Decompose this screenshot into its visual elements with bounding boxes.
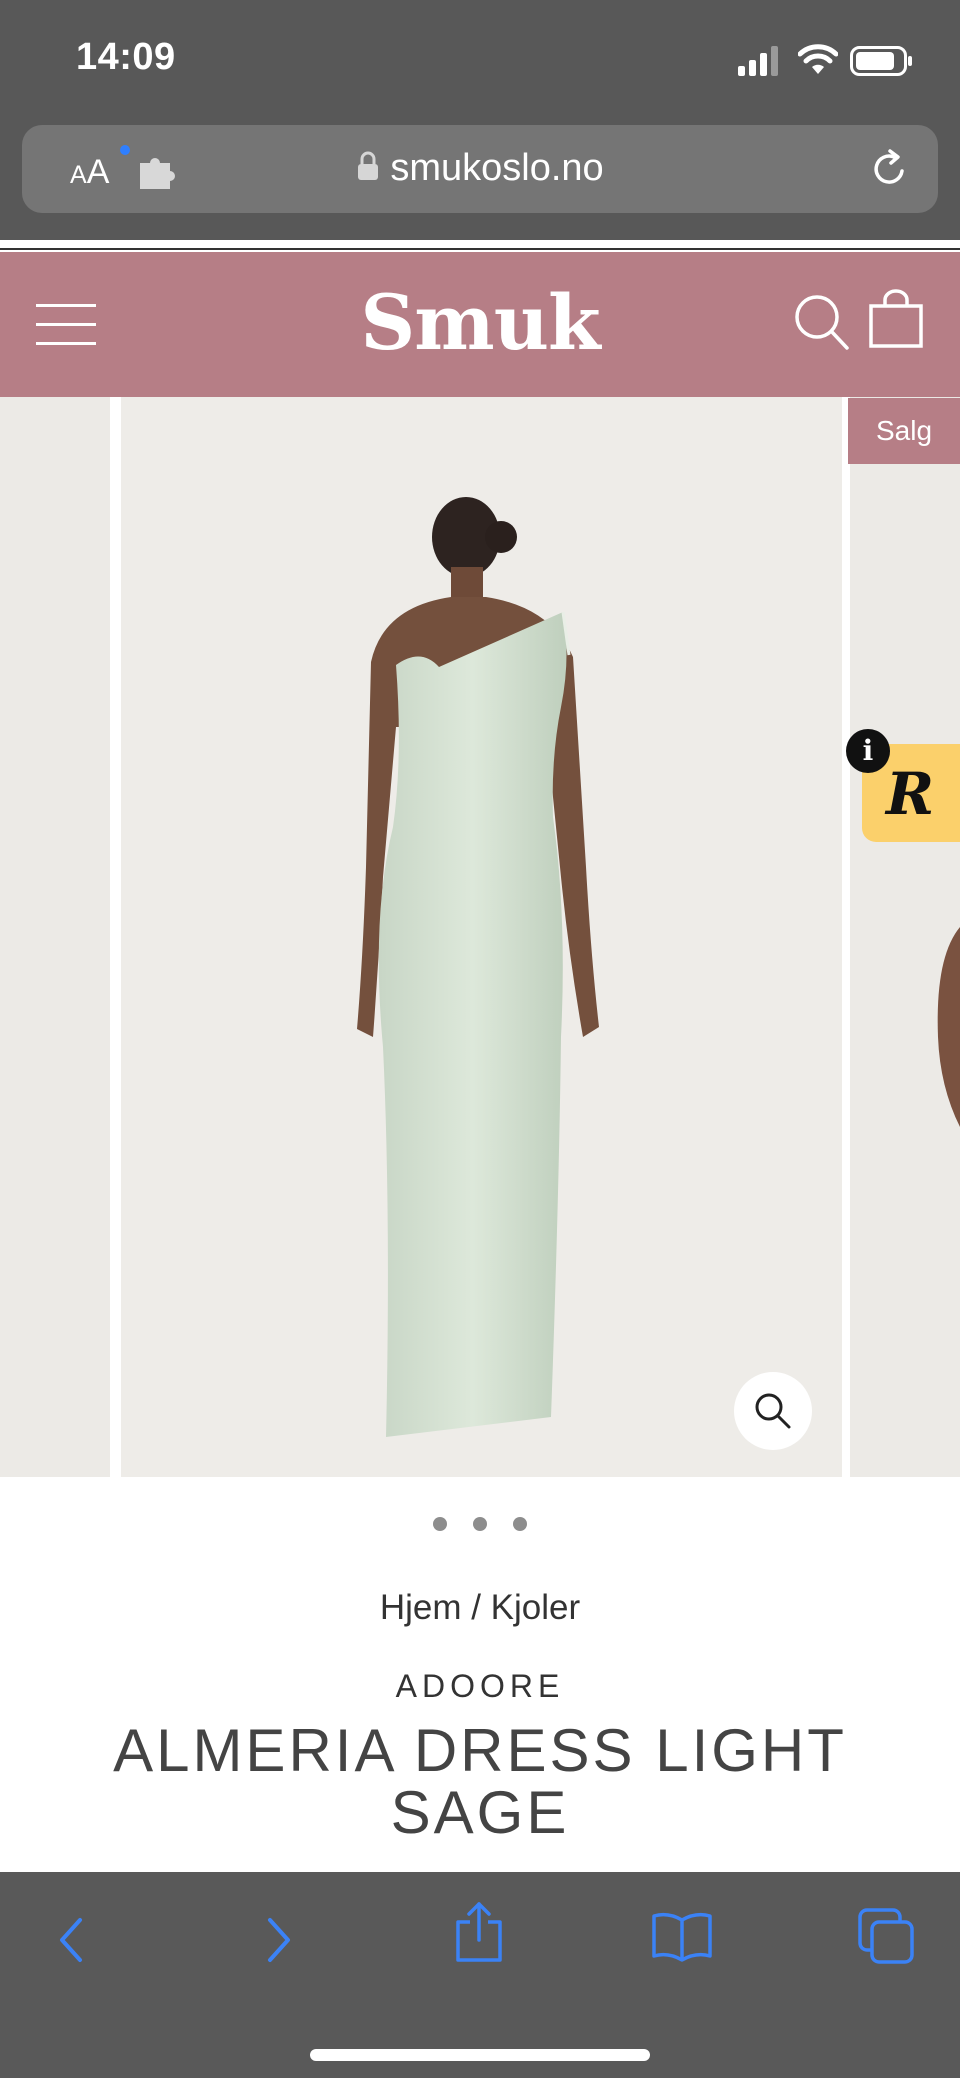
dress-photo bbox=[357, 497, 599, 1437]
previous-slide-image[interactable] bbox=[0, 397, 110, 1477]
product-image-carousel[interactable] bbox=[0, 397, 960, 1477]
search-icon[interactable] bbox=[792, 292, 852, 354]
carousel-dot[interactable] bbox=[513, 1517, 527, 1531]
carousel-dots bbox=[0, 1517, 960, 1536]
url-display[interactable]: smukoslo.no bbox=[22, 147, 938, 190]
svg-text:R: R bbox=[884, 762, 934, 826]
browser-chrome: AA smukoslo.no bbox=[0, 125, 960, 240]
page-top-rule bbox=[0, 248, 960, 250]
reload-icon[interactable] bbox=[868, 147, 912, 191]
lock-icon bbox=[358, 151, 379, 180]
site-header: Smuk bbox=[0, 252, 960, 397]
next-slide-image[interactable] bbox=[850, 397, 960, 1477]
bag-icon[interactable] bbox=[868, 288, 924, 350]
zoom-button[interactable] bbox=[734, 1372, 812, 1450]
carousel-dot[interactable] bbox=[433, 1517, 447, 1531]
tabs-icon[interactable] bbox=[858, 1908, 916, 1966]
share-icon[interactable] bbox=[452, 1900, 506, 1964]
bookmarks-icon[interactable] bbox=[650, 1912, 714, 1962]
status-icons bbox=[738, 42, 918, 82]
status-time: 14:09 bbox=[76, 36, 176, 78]
product-brand[interactable]: ADOORE bbox=[0, 1668, 960, 1705]
carousel-dot[interactable] bbox=[473, 1517, 487, 1531]
status-bar: 14:09 bbox=[0, 0, 960, 125]
sale-badge: Salg bbox=[848, 398, 960, 464]
zoom-icon bbox=[755, 1393, 791, 1429]
product-title: ALMERIA DRESS LIGHT SAGE bbox=[113, 1717, 847, 1846]
info-icon[interactable]: i bbox=[846, 729, 890, 773]
next-slide-photo bbox=[937, 927, 960, 1127]
r-logo-icon: R bbox=[884, 762, 934, 826]
browser-toolbar bbox=[0, 1872, 960, 2078]
home-indicator bbox=[310, 2049, 650, 2061]
back-icon[interactable] bbox=[52, 1912, 92, 1968]
product-image[interactable] bbox=[121, 397, 842, 1477]
url-text: smukoslo.no bbox=[390, 147, 604, 189]
forward-icon[interactable] bbox=[258, 1912, 298, 1968]
address-bar[interactable]: AA smukoslo.no bbox=[22, 125, 938, 213]
breadcrumb[interactable]: Hjem / Kjoler bbox=[0, 1588, 960, 1628]
signal-icon bbox=[738, 46, 778, 76]
battery-icon bbox=[850, 46, 912, 76]
wifi-icon bbox=[798, 44, 838, 74]
